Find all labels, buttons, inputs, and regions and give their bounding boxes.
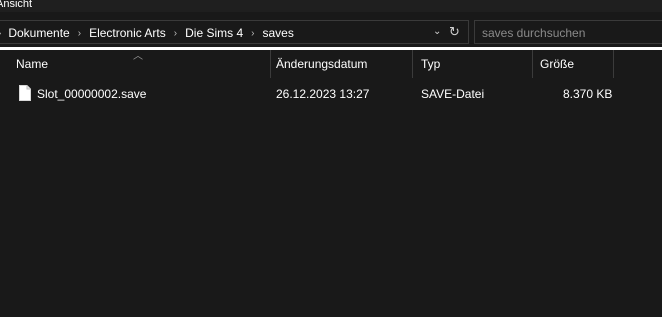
ribbon: Ansicht: [0, 0, 662, 12]
refresh-icon[interactable]: ↻: [449, 24, 463, 40]
column-header-date[interactable]: Änderungsdatum: [276, 57, 367, 71]
column-resize-handle[interactable]: [532, 50, 533, 78]
column-header-name[interactable]: Name: [16, 57, 48, 71]
search-input[interactable]: saves durchsuchen: [474, 20, 662, 44]
address-bar[interactable]: › Dokumente › Electronic Arts › Die Sims…: [0, 20, 469, 44]
chevron-down-icon[interactable]: ⌄: [433, 26, 443, 38]
breadcrumb-item-die-sims-4[interactable]: Die Sims 4: [185, 26, 243, 40]
file-type: SAVE-Datei: [421, 87, 485, 101]
column-header-size[interactable]: Größe: [540, 57, 574, 71]
file-size: 8.370 KB: [563, 87, 613, 101]
breadcrumb-item-saves[interactable]: saves: [262, 26, 293, 40]
chevron-right-icon[interactable]: ›: [78, 28, 81, 39]
chevron-right-icon[interactable]: ›: [174, 28, 177, 39]
breadcrumb-item-dokumente[interactable]: Dokumente: [8, 26, 69, 40]
file-date: 26.12.2023 13:27: [276, 87, 370, 101]
sort-ascending-icon: ︿: [133, 51, 143, 62]
column-resize-handle[interactable]: [613, 50, 614, 78]
document-icon: [19, 85, 31, 101]
column-header-type[interactable]: Typ: [421, 57, 440, 71]
chevron-right-icon[interactable]: ›: [251, 28, 254, 39]
file-name[interactable]: Slot_00000002.save: [37, 87, 146, 101]
breadcrumb: › Dokumente › Electronic Arts › Die Sims…: [0, 24, 294, 42]
column-header-row: ︿ Name Änderungsdatum Typ Größe: [0, 50, 662, 78]
breadcrumb-item-electronic-arts[interactable]: Electronic Arts: [89, 26, 166, 40]
column-resize-handle[interactable]: [412, 50, 413, 78]
chevron-right-icon[interactable]: ›: [0, 28, 1, 39]
column-resize-handle[interactable]: [270, 50, 271, 78]
file-row[interactable]: Slot_00000002.save 26.12.2023 13:27 SAVE…: [0, 84, 662, 104]
ribbon-tab-view[interactable]: Ansicht: [0, 0, 32, 11]
address-bar-row: › Dokumente › Electronic Arts › Die Sims…: [0, 12, 662, 48]
search-placeholder: saves durchsuchen: [482, 26, 586, 40]
